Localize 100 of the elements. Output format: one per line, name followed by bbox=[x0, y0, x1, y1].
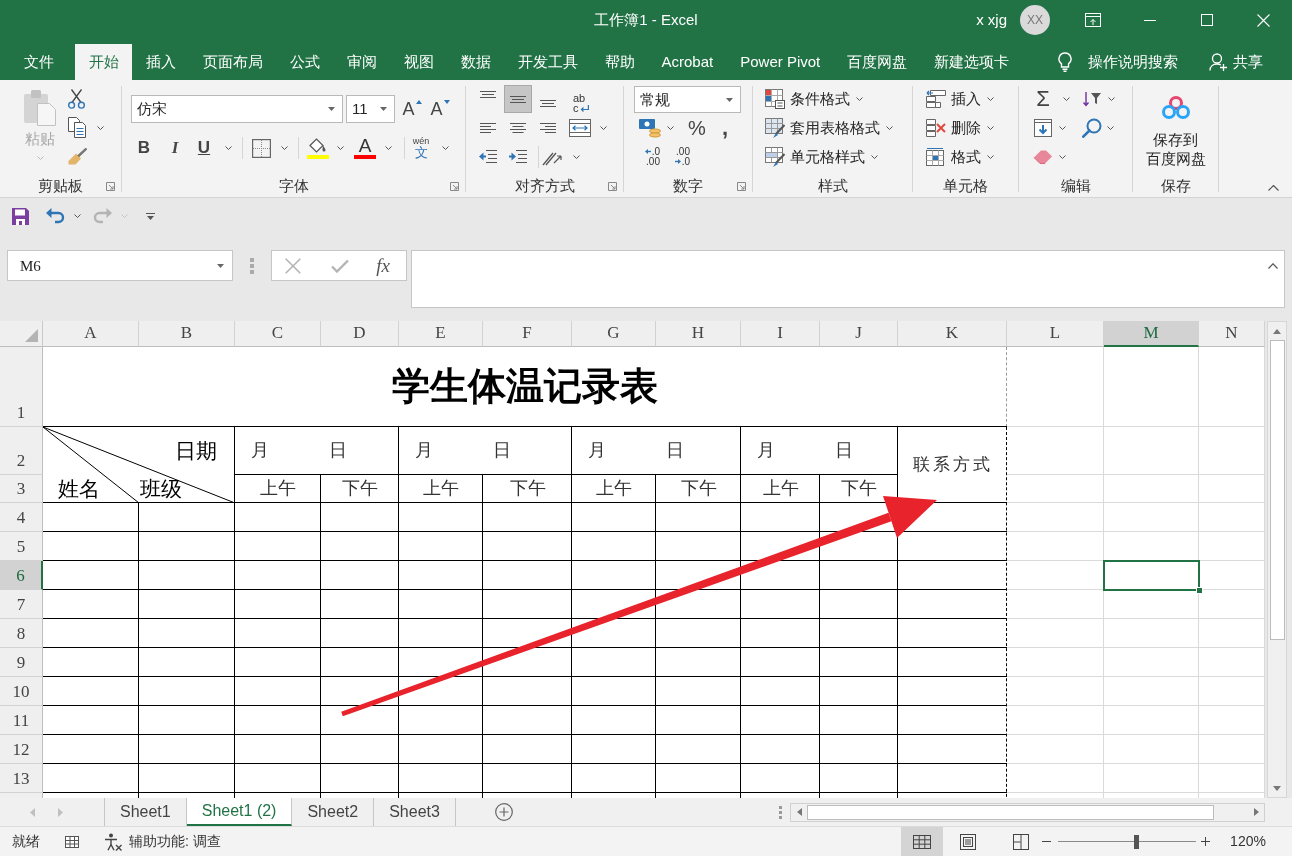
scroll-right-icon[interactable] bbox=[1253, 808, 1259, 816]
comma-style-button[interactable]: , bbox=[720, 116, 730, 139]
vertical-scrollbar[interactable] bbox=[1267, 321, 1287, 798]
dialog-launcher-icon[interactable] bbox=[737, 181, 746, 191]
column-header[interactable]: E bbox=[399, 321, 483, 347]
column-header[interactable]: B bbox=[139, 321, 235, 347]
row-header[interactable]: 9 bbox=[0, 648, 43, 677]
plus-circle-icon[interactable] bbox=[495, 803, 513, 821]
scroll-left-icon[interactable] bbox=[796, 808, 802, 816]
increase-indent-icon[interactable] bbox=[509, 150, 527, 163]
column-header[interactable]: G bbox=[572, 321, 656, 347]
scrollbar-thumb[interactable] bbox=[1269, 340, 1285, 640]
caret-icon[interactable] bbox=[73, 214, 81, 218]
font-size-combo[interactable]: 11 bbox=[346, 95, 395, 123]
fill-down-icon[interactable] bbox=[1034, 118, 1052, 137]
row-header[interactable]: 3 bbox=[0, 475, 43, 503]
dialog-launcher-icon[interactable] bbox=[106, 181, 115, 191]
decrease-indent-icon[interactable] bbox=[479, 150, 497, 163]
caret-icon[interactable] bbox=[599, 125, 607, 130]
caret-icon[interactable] bbox=[336, 146, 344, 150]
accessibility-icon[interactable] bbox=[104, 832, 122, 851]
phonetic-guide-button[interactable]: wén 文 bbox=[411, 137, 431, 159]
row-header[interactable]: 5 bbox=[0, 532, 43, 561]
zoom-level[interactable]: 120% bbox=[1228, 833, 1268, 850]
conditional-formatting-button[interactable]: 条件格式 bbox=[765, 88, 863, 109]
ribbon-tab[interactable]: Acrobat bbox=[648, 44, 727, 80]
name-box[interactable]: M6 bbox=[7, 250, 233, 281]
bold-button[interactable]: B bbox=[135, 137, 153, 159]
caret-icon[interactable] bbox=[280, 146, 288, 150]
customize-icon[interactable] bbox=[145, 212, 155, 220]
column-header[interactable]: I bbox=[741, 321, 820, 347]
caret-icon[interactable] bbox=[441, 146, 449, 150]
underline-button[interactable]: U bbox=[196, 137, 212, 159]
money-coins-icon[interactable] bbox=[639, 117, 661, 138]
grip-icon[interactable] bbox=[778, 805, 782, 819]
chevron-up-icon[interactable] bbox=[1268, 263, 1278, 269]
ribbon-tab[interactable]: Power Pivot bbox=[726, 44, 834, 80]
wrap-text-button[interactable]: ab c bbox=[569, 93, 591, 113]
dialog-launcher-icon[interactable] bbox=[450, 181, 459, 191]
caret-icon[interactable] bbox=[1106, 125, 1114, 130]
ribbon-tab[interactable]: 数据 bbox=[447, 44, 504, 80]
row-header[interactable]: 7 bbox=[0, 590, 43, 619]
delete-cells-button[interactable]: 删除 bbox=[926, 118, 994, 137]
decrease-decimal-button[interactable]: .00 .0 bbox=[666, 146, 690, 167]
undo-icon[interactable] bbox=[45, 208, 65, 224]
column-header[interactable]: C bbox=[235, 321, 321, 347]
copy-icon[interactable] bbox=[68, 117, 86, 138]
ribbon-tab[interactable]: 开始 bbox=[75, 44, 132, 80]
ribbon-tab[interactable]: 文件 bbox=[10, 44, 67, 80]
autosum-button[interactable]: Σ bbox=[1036, 86, 1050, 111]
scroll-up-icon[interactable] bbox=[1273, 328, 1281, 334]
ribbon-tab[interactable]: 帮助 bbox=[591, 44, 648, 80]
ribbon-tab[interactable]: 视图 bbox=[390, 44, 447, 80]
ribbon-tab[interactable]: 百度网盘 bbox=[833, 44, 921, 80]
column-header[interactable]: J bbox=[820, 321, 898, 347]
search-icon[interactable] bbox=[1082, 117, 1102, 138]
row-header[interactable]: 11 bbox=[0, 706, 43, 735]
ribbon-display-icon[interactable] bbox=[1084, 13, 1101, 27]
column-header[interactable]: M bbox=[1104, 321, 1199, 347]
column-header[interactable]: D bbox=[321, 321, 399, 347]
ribbon-tab[interactable]: 插入 bbox=[132, 44, 189, 80]
horizontal-scrollbar[interactable] bbox=[790, 802, 1265, 822]
caret-icon[interactable] bbox=[1058, 154, 1066, 159]
font-name-combo[interactable]: 仿宋 bbox=[131, 95, 343, 123]
format-as-table-button[interactable]: 套用表格格式 bbox=[765, 117, 893, 138]
caret-icon[interactable] bbox=[224, 146, 232, 150]
column-header[interactable]: L bbox=[1007, 321, 1104, 347]
scrollbar-thumb[interactable] bbox=[807, 804, 1214, 820]
ribbon-tab[interactable]: 新建选项卡 bbox=[920, 44, 1023, 80]
maximize-icon[interactable] bbox=[1200, 14, 1213, 26]
zoom-in-icon[interactable] bbox=[1200, 837, 1210, 846]
number-format-combo[interactable]: 常规 bbox=[634, 86, 741, 113]
chevron-up-icon[interactable] bbox=[1268, 185, 1279, 191]
column-header[interactable]: A bbox=[43, 321, 139, 347]
row-header[interactable]: 2 bbox=[0, 427, 43, 475]
close-icon[interactable] bbox=[1257, 13, 1270, 27]
row-header[interactable]: 1 bbox=[0, 347, 43, 427]
sheet-tab[interactable]: Sheet1 (2) bbox=[186, 798, 293, 826]
save-to-cloud-button[interactable]: 保存到 百度网盘 bbox=[1145, 84, 1206, 176]
caret-icon[interactable] bbox=[1062, 96, 1070, 101]
shrink-font-button[interactable]: A bbox=[429, 98, 451, 120]
scissors-icon[interactable] bbox=[67, 88, 85, 109]
accessibility-status[interactable]: 辅助功能: 调查 bbox=[127, 833, 223, 850]
row-header[interactable]: 8 bbox=[0, 619, 43, 648]
fill-handle-icon[interactable] bbox=[1196, 587, 1203, 594]
row-header[interactable]: 10 bbox=[0, 677, 43, 706]
grip-icon[interactable] bbox=[250, 258, 254, 274]
save-icon[interactable] bbox=[11, 207, 29, 225]
ribbon-tab[interactable]: 页面布局 bbox=[189, 44, 276, 80]
caret-icon[interactable] bbox=[572, 154, 580, 159]
grow-font-button[interactable]: A bbox=[401, 98, 423, 120]
column-header[interactable]: H bbox=[656, 321, 741, 347]
share-button[interactable]: 共享 bbox=[1209, 44, 1263, 80]
cell-styles-button[interactable]: 单元格样式 bbox=[765, 146, 878, 167]
insert-cells-button[interactable]: 插入 bbox=[926, 89, 994, 108]
caret-icon[interactable] bbox=[384, 146, 392, 150]
zoom-slider-thumb[interactable] bbox=[1134, 834, 1140, 849]
caret-icon[interactable] bbox=[1058, 125, 1066, 130]
italic-button[interactable]: I bbox=[168, 137, 182, 159]
normal-view-button[interactable] bbox=[901, 827, 943, 856]
